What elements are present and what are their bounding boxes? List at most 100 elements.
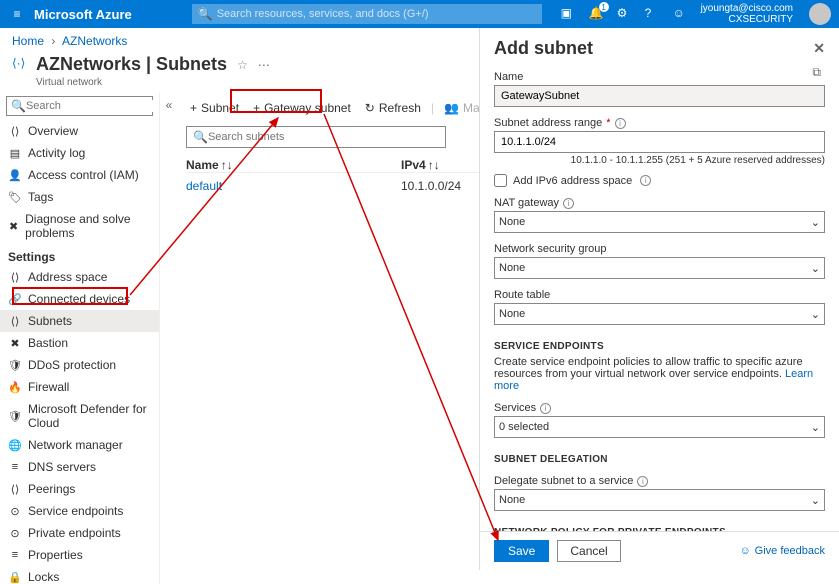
sidebar-item-overview[interactable]: ⟨⟩Overview (0, 120, 159, 142)
sidebar-item-microsoft-defender-for-cloud[interactable]: 🛡Microsoft Defender for Cloud (0, 398, 159, 434)
chevron-down-icon: ⌄ (811, 308, 820, 321)
cell-name[interactable]: default (186, 179, 401, 193)
ipv6-checkbox[interactable] (494, 174, 507, 187)
nav-label: Locks (28, 570, 59, 584)
range-input[interactable] (494, 131, 825, 153)
nav-icon: 🔗 (8, 292, 22, 306)
info-icon[interactable]: i (563, 198, 574, 209)
sidebar-item-bastion[interactable]: ✖Bastion (0, 332, 159, 354)
give-feedback-link[interactable]: ☺Give feedback (739, 545, 825, 557)
notification-badge: 1 (599, 2, 609, 12)
add-gateway-subnet-button[interactable]: +Gateway subnet (249, 99, 355, 117)
nsg-select[interactable]: None⌄ (494, 257, 825, 279)
sidebar-item-address-space[interactable]: ⟨⟩Address space (0, 266, 159, 288)
breadcrumb-home[interactable]: Home (12, 34, 44, 48)
nav-icon: ⊙ (8, 526, 22, 540)
info-icon[interactable]: i (615, 118, 626, 129)
nav-label: Tags (28, 190, 53, 204)
nav-icon: 🔒 (8, 570, 22, 584)
copy-icon[interactable]: ⧉ (812, 65, 821, 80)
sidebar-item-ddos-protection[interactable]: 🛡DDoS protection (0, 354, 159, 376)
users-icon: 👥 (444, 101, 459, 115)
add-subnet-button[interactable]: +Subnet (186, 99, 243, 117)
save-button[interactable]: Save (494, 540, 549, 562)
nav-label: Private endpoints (28, 526, 121, 540)
sidebar-search[interactable]: 🔍 (6, 96, 153, 116)
notifications-icon[interactable]: 🔔1 (589, 6, 605, 22)
panel-footer: Save Cancel ☺Give feedback (480, 531, 839, 570)
sidebar-item-service-endpoints[interactable]: ⊙Service endpoints (0, 500, 159, 522)
ipv6-checkbox-row[interactable]: Add IPv6 address space i (494, 174, 825, 187)
sidebar-item-subnets[interactable]: ⟨⟩Subnets (0, 310, 159, 332)
nav-icon: 🌐 (8, 438, 22, 452)
cancel-button[interactable]: Cancel (557, 540, 620, 562)
plus-icon: + (253, 101, 260, 115)
nav-label: Connected devices (28, 292, 130, 306)
nat-label: NAT gateway (494, 197, 559, 209)
search-icon: 🔍 (198, 7, 213, 21)
vnet-icon: ⟨·⟩ (12, 56, 30, 74)
chevron-down-icon: ⌄ (811, 262, 820, 275)
services-label: Services (494, 402, 536, 414)
nav-icon: ⟨⟩ (8, 482, 22, 496)
endpoints-header: SERVICE ENDPOINTS (494, 341, 825, 352)
account-block[interactable]: jyoungta@cisco.com CXSECURITY (701, 3, 793, 25)
info-icon[interactable]: i (637, 476, 648, 487)
settings-icon[interactable]: ⚙ (617, 6, 633, 22)
refresh-button[interactable]: ↻Refresh (361, 99, 425, 117)
feedback-icon[interactable]: ☺ (673, 6, 689, 22)
sidebar-item-dns-servers[interactable]: ≡DNS servers (0, 456, 159, 478)
nat-select[interactable]: None⌄ (494, 211, 825, 233)
nav-label: DNS servers (28, 460, 96, 474)
nav-icon: 🔥 (8, 380, 22, 394)
route-select[interactable]: None⌄ (494, 303, 825, 325)
search-icon: 🔍 (193, 130, 208, 144)
sidebar-item-network-manager[interactable]: 🌐 Network manager (0, 434, 159, 456)
nav-label: Network manager (28, 438, 123, 452)
add-subnet-panel: Add subnet ✕ Name ⧉ Subnet address range… (479, 28, 839, 570)
account-tenant: CXSECURITY (701, 14, 793, 25)
nav-icon: ≡ (8, 548, 22, 562)
delegate-select[interactable]: None⌄ (494, 489, 825, 511)
collapse-sidebar-icon[interactable]: « (160, 98, 178, 112)
nav-label: Diagnose and solve problems (25, 212, 151, 240)
global-search[interactable]: 🔍 (192, 4, 542, 24)
global-search-input[interactable] (217, 8, 536, 20)
info-icon[interactable]: i (540, 403, 551, 414)
avatar[interactable] (809, 3, 831, 25)
sidebar-item-connected-devices[interactable]: 🔗 Connected devices (0, 288, 159, 310)
close-icon[interactable]: ✕ (813, 40, 825, 57)
services-select[interactable]: 0 selected⌄ (494, 416, 825, 438)
sidebar: 🔍 ⟨⟩Overview▤Activity log👤Access control… (0, 92, 160, 584)
sidebar-item-firewall[interactable]: 🔥 Firewall (0, 376, 159, 398)
sidebar-item-peerings[interactable]: ⟨⟩Peerings (0, 478, 159, 500)
help-icon[interactable]: ? (645, 6, 661, 22)
nav-label: Firewall (28, 380, 69, 394)
info-icon[interactable]: i (640, 175, 651, 186)
brand-label: Microsoft Azure (34, 7, 132, 22)
page-title: AZNetworks | Subnets (36, 54, 227, 75)
breadcrumb-current[interactable]: AZNetworks (62, 34, 127, 48)
name-input[interactable] (494, 85, 825, 107)
plus-icon: + (190, 101, 197, 115)
sidebar-search-input[interactable] (26, 100, 160, 112)
more-icon[interactable]: ⋯ (258, 58, 270, 72)
chevron-down-icon: ⌄ (811, 494, 820, 507)
sidebar-item-access-control-iam-[interactable]: 👤Access control (IAM) (0, 164, 159, 186)
nsg-label: Network security group (494, 243, 607, 255)
subnet-search-input[interactable] (208, 131, 439, 143)
endpoints-text: Create service endpoint policies to allo… (494, 356, 825, 392)
pin-icon[interactable]: ☆ (237, 58, 248, 72)
subnet-search[interactable]: 🔍 (186, 126, 446, 148)
hamburger-icon[interactable]: ≡ (8, 7, 26, 21)
sidebar-item-activity-log[interactable]: ▤Activity log (0, 142, 159, 164)
sidebar-item-diagnose-and-solve-problems[interactable]: ✖Diagnose and solve problems (0, 208, 159, 244)
col-name[interactable]: Name ↑↓ (186, 158, 401, 172)
sidebar-item-tags[interactable]: 🏷Tags (0, 186, 159, 208)
sidebar-item-properties[interactable]: ≡Properties (0, 544, 159, 566)
cloud-shell-icon[interactable]: ▣ (561, 6, 577, 22)
sidebar-item-private-endpoints[interactable]: ⊙ Private endpoints (0, 522, 159, 544)
global-header: ≡ Microsoft Azure 🔍 ▣ 🔔1 ⚙ ? ☺ jyoungta@… (0, 0, 839, 28)
sidebar-item-locks[interactable]: 🔒 Locks (0, 566, 159, 584)
top-right-icons: ▣ 🔔1 ⚙ ? ☺ jyoungta@cisco.com CXSECURITY (561, 3, 831, 25)
